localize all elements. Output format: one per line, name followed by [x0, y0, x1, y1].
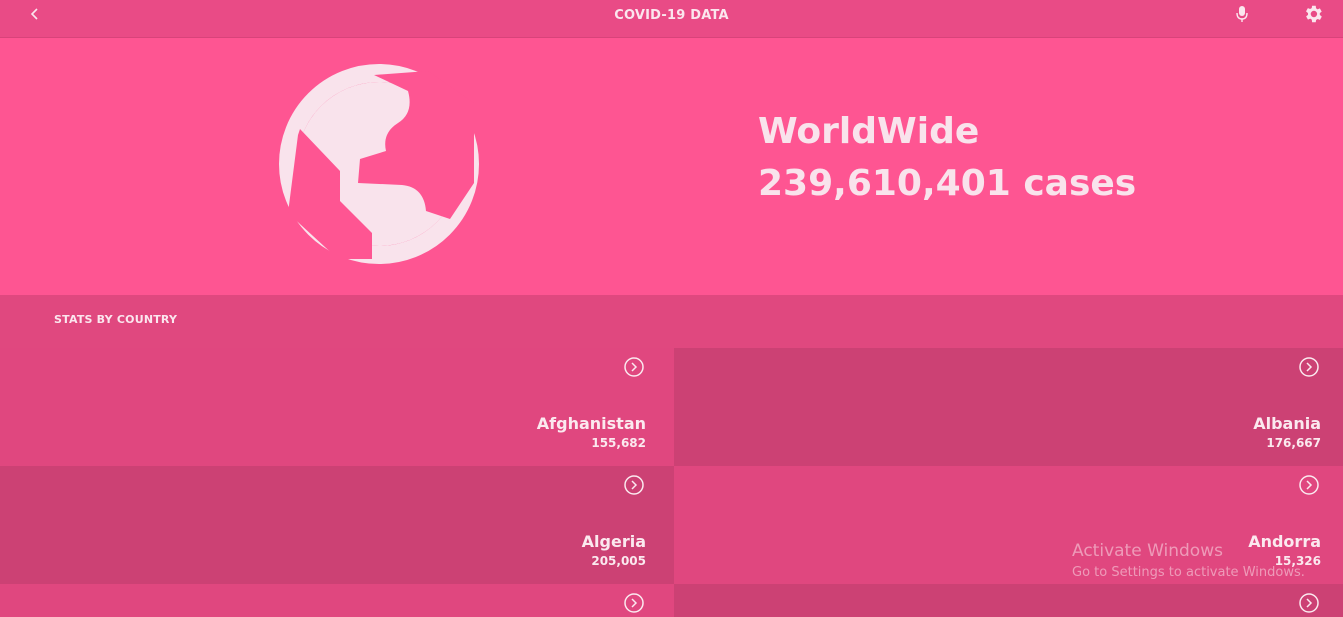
country-cases: 205,005 [591, 554, 646, 568]
country-tile-afghanistan[interactable]: Afghanistan 155,682 [0, 348, 674, 466]
microphone-button[interactable] [1232, 4, 1252, 24]
section-title: STATS BY COUNTRY [54, 313, 178, 326]
activation-watermark: Activate Windows Go to Settings to activ… [1072, 541, 1305, 580]
country-tile-next-left[interactable] [0, 584, 674, 617]
app-title: COVID-19 DATA [614, 8, 729, 23]
title-bar: COVID-19 DATA [0, 0, 1343, 38]
country-cases: 155,682 [591, 436, 646, 450]
country-name: Albania [1253, 414, 1321, 433]
country-tile-next-right[interactable] [674, 584, 1343, 617]
watermark-title: Activate Windows [1072, 541, 1223, 561]
chevron-right-circle-icon [1299, 357, 1319, 377]
country-tile-algeria[interactable]: Algeria 205,005 [0, 466, 674, 584]
country-cases: 176,667 [1266, 436, 1321, 450]
settings-button[interactable] [1302, 3, 1324, 25]
country-name: Algeria [581, 532, 646, 551]
chevron-right-circle-icon [1299, 593, 1319, 613]
country-tile-albania[interactable]: Albania 176,667 [674, 348, 1343, 466]
watermark-subtitle: Go to Settings to activate Windows. [1072, 565, 1305, 580]
globe-icon [279, 64, 479, 264]
chevron-right-circle-icon [1299, 475, 1319, 495]
chevron-right-circle-icon [624, 593, 644, 613]
worldwide-cases: 239,610,401 cases [758, 163, 1137, 204]
worldwide-label: WorldWide [758, 111, 980, 152]
chevron-right-circle-icon [624, 475, 644, 495]
gear-icon [1306, 5, 1322, 23]
chevron-right-circle-icon [624, 357, 644, 377]
country-name: Afghanistan [536, 414, 646, 433]
worldwide-summary: WorldWide 239,610,401 cases [0, 38, 1343, 295]
microphone-icon [1236, 6, 1248, 22]
